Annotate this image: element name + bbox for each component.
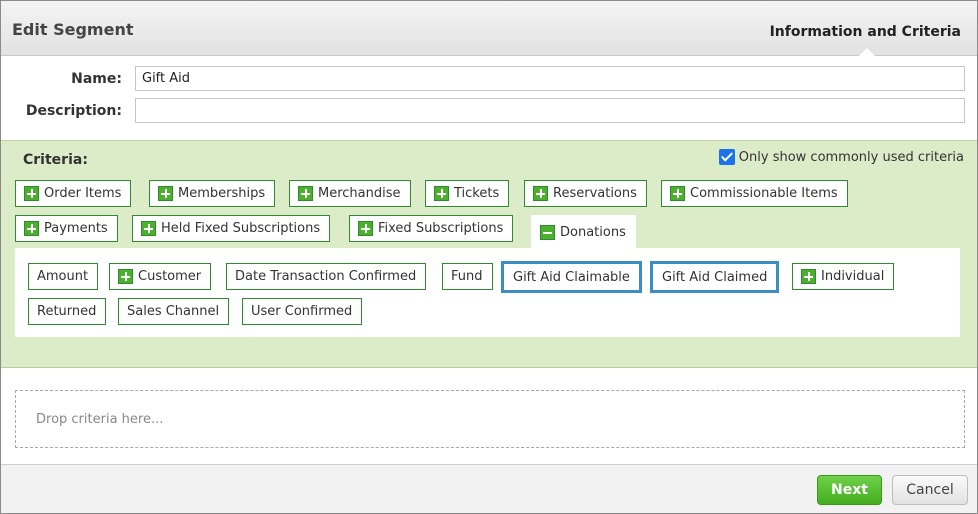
field-label: Gift Aid Claimable (513, 269, 630, 285)
category-memberships[interactable]: Memberships (149, 180, 276, 207)
drop-zone-placeholder: Drop criteria here... (36, 412, 164, 427)
field-sales-channel[interactable]: Sales Channel (118, 298, 230, 325)
field-customer[interactable]: Customer (109, 263, 212, 290)
category-label: Tickets (454, 186, 500, 201)
expand-plus-icon (158, 186, 173, 201)
criteria-section: Criteria: Only show commonly used criter… (1, 140, 977, 368)
description-input[interactable] (135, 98, 965, 123)
step-indicator: Information and Criteria (769, 24, 961, 40)
only-common-label: Only show commonly used criteria (738, 149, 964, 165)
category-reservations[interactable]: Reservations (524, 180, 647, 207)
category-held-fixed-subscriptions[interactable]: Held Fixed Subscriptions (132, 215, 331, 242)
field-gift-aid-claimable[interactable]: Gift Aid Claimable (501, 261, 642, 293)
expand-plus-icon (434, 186, 449, 201)
field-returned[interactable]: Returned (28, 298, 107, 325)
collapse-minus-icon (540, 225, 555, 240)
dialog-footer: Next Cancel (1, 464, 977, 513)
field-individual[interactable]: Individual (792, 263, 895, 290)
expand-plus-icon (24, 186, 39, 201)
category-label: Reservations (553, 186, 637, 201)
category-payments[interactable]: Payments (15, 215, 118, 242)
expand-plus-icon (118, 269, 133, 284)
cancel-button[interactable]: Cancel (892, 475, 968, 505)
only-common-toggle[interactable]: Only show commonly used criteria (718, 149, 964, 165)
field-fund[interactable]: Fund (442, 263, 493, 290)
category-commissionable-items[interactable]: Commissionable Items (661, 180, 848, 207)
expand-plus-icon (141, 221, 156, 236)
description-row: Description: (1, 98, 977, 124)
category-label: Commissionable Items (690, 186, 838, 201)
edit-segment-dialog: Edit Segment Information and Criteria Na… (0, 0, 978, 514)
field-gift-aid-claimed[interactable]: Gift Aid Claimed (650, 261, 780, 293)
field-label: Returned (37, 304, 97, 319)
name-label: Name: (71, 71, 122, 87)
criteria-drop-zone[interactable]: Drop criteria here... (15, 390, 965, 448)
expand-plus-icon (358, 221, 373, 236)
field-amount[interactable]: Amount (28, 263, 99, 290)
name-input[interactable] (135, 66, 965, 91)
category-label: Order Items (44, 186, 122, 201)
description-label: Description: (25, 103, 122, 119)
only-common-checkbox[interactable] (718, 149, 735, 165)
field-label: Sales Channel (127, 304, 220, 319)
category-label: Fixed Subscriptions (378, 221, 504, 236)
category-label: Payments (44, 221, 108, 236)
field-date-transaction-confirmed[interactable]: Date Transaction Confirmed (226, 263, 427, 290)
criteria-title: Criteria: (23, 152, 88, 168)
dialog-title: Edit Segment (12, 20, 134, 39)
dialog-header: Edit Segment Information and Criteria (1, 1, 977, 56)
category-merchandise[interactable]: Merchandise (289, 180, 411, 207)
expand-plus-icon (801, 269, 816, 284)
next-button[interactable]: Next (817, 475, 882, 505)
expand-plus-icon (24, 221, 39, 236)
expand-plus-icon (670, 186, 685, 201)
category-fixed-subscriptions[interactable]: Fixed Subscriptions (349, 215, 514, 242)
field-label: Amount (37, 269, 89, 284)
category-tickets[interactable]: Tickets (425, 180, 510, 207)
category-donations[interactable]: Donations (531, 215, 636, 249)
field-user-confirmed[interactable]: User Confirmed (242, 298, 363, 325)
field-label: Individual (821, 269, 885, 284)
step-pointer (859, 48, 875, 56)
field-label: Customer (138, 269, 202, 284)
category-label: Merchandise (318, 186, 401, 201)
category-order-items[interactable]: Order Items (15, 180, 132, 207)
name-row: Name: (1, 66, 977, 92)
field-label: Gift Aid Claimed (662, 269, 768, 285)
field-label: Date Transaction Confirmed (235, 269, 417, 284)
field-label: User Confirmed (251, 304, 353, 319)
category-label: Memberships (178, 186, 266, 201)
field-label: Fund (451, 269, 483, 284)
category-label: Held Fixed Subscriptions (161, 221, 321, 236)
category-label: Donations (560, 225, 626, 240)
expand-plus-icon (533, 186, 548, 201)
expand-plus-icon (298, 186, 313, 201)
